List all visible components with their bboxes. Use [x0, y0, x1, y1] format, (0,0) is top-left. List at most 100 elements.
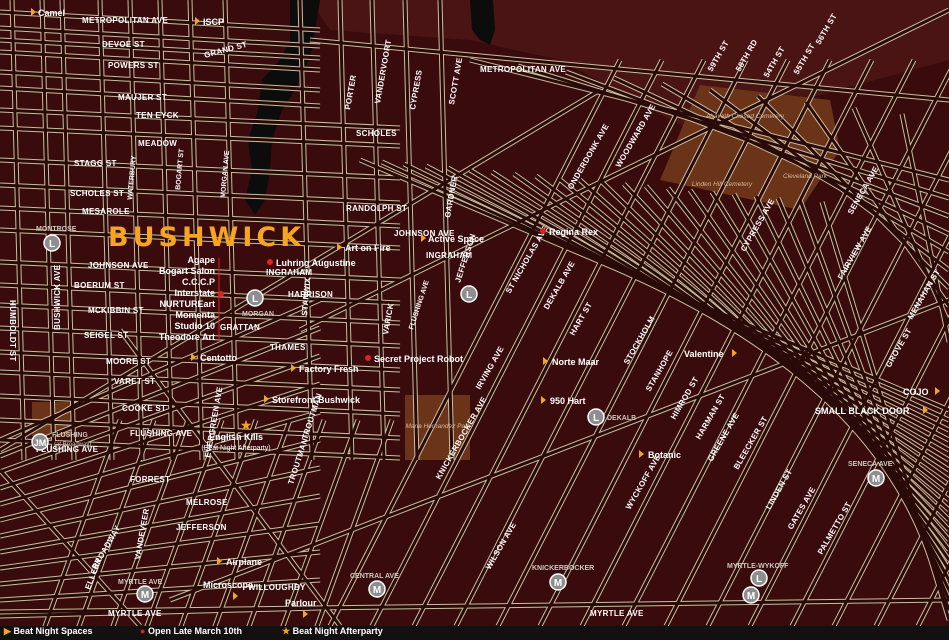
venue-label: English Kills — [209, 432, 263, 442]
station-label: FLUSHING — [52, 432, 88, 439]
street-label: TEN EYCK — [136, 111, 179, 120]
venue-label: 950 Hart — [550, 396, 586, 406]
station-label: DEKALB — [607, 415, 636, 422]
station-label: (at Broadway) — [54, 442, 91, 448]
street-label: STAGG ST — [74, 159, 117, 168]
dot-icon — [540, 228, 546, 234]
venue-label[interactable]: Theodore Art — [159, 332, 215, 342]
venue-norte-maar[interactable]: Norte Maar — [543, 357, 600, 367]
venue-label: COJO — [903, 387, 929, 397]
svg-text:L: L — [593, 413, 599, 424]
venue-label: ISCP — [203, 17, 224, 27]
station-label: MONTROSE — [36, 226, 77, 233]
street-label: HUMBOLDT ST — [8, 300, 17, 362]
venue-label: Airplane — [226, 557, 262, 567]
street-label: INGRAHAM — [266, 268, 312, 277]
venue-label[interactable]: Bogart Salon — [159, 266, 215, 276]
street-label: RANDOLPH ST — [346, 204, 407, 213]
venue-luhring[interactable]: Luhring Augustine — [267, 258, 356, 268]
venue-art-on-fire[interactable]: Art on Fire — [337, 243, 391, 253]
venue-label[interactable]: Interstate — [174, 288, 215, 298]
map: Ahavath Chased Cemetery Linden Hill Ceme… — [0, 0, 949, 640]
star-icon: ★ — [282, 626, 291, 636]
venue-storefront[interactable]: Storefront Bushwick — [264, 395, 361, 405]
street-label: POWERS ST — [108, 61, 159, 70]
venue-label: Luhring Augustine — [276, 258, 356, 268]
street-label: FORREST — [130, 475, 170, 484]
map-canvas: Ahavath Chased Cemetery Linden Hill Ceme… — [0, 0, 949, 626]
venue-label: Regina Rex — [549, 227, 598, 237]
street-label: FLUSHING AVE — [130, 429, 193, 438]
street-label: COOKE ST — [122, 404, 166, 413]
venue-label: Norte Maar — [552, 357, 600, 367]
street-label: METROPOLITAN AVE — [82, 16, 168, 25]
station-label: CENTRAL AVE — [350, 573, 399, 580]
station-label: KNICKERBOCKER — [532, 565, 594, 572]
svg-text:M: M — [554, 578, 562, 589]
svg-text:M: M — [747, 591, 755, 602]
street-label: VARET ST — [114, 377, 155, 386]
svg-text:L: L — [49, 239, 55, 250]
svg-text:M: M — [872, 474, 880, 485]
venue-label[interactable]: NURTUREart — [159, 299, 215, 309]
legend-label: Open Late March 10th — [147, 626, 242, 636]
park-label-cleveland: Cleveland Park — [783, 173, 828, 180]
street-label: BUSHWICK AVE — [53, 264, 62, 330]
svg-text:M: M — [373, 585, 381, 596]
svg-text:L: L — [252, 294, 258, 305]
legend-label: Beat Night Spaces — [13, 626, 93, 636]
station-jefferson[interactable]: L — [460, 285, 478, 303]
dot-icon — [365, 355, 371, 361]
street-label: MOORE ST — [106, 357, 151, 366]
street-label: MCKIBBIN ST — [88, 306, 144, 315]
venue-label: Microscope — [203, 580, 253, 590]
legend-open-late: ● Open Late March 10th — [140, 626, 242, 640]
legend-label: Beat Night Afterparty — [292, 626, 383, 636]
dot-icon — [218, 291, 224, 297]
dot-icon: ● — [140, 626, 146, 636]
venue-factory-fresh[interactable]: Factory Fresh — [291, 364, 359, 374]
street-label: BOERUM ST — [74, 281, 125, 290]
venue-label: Secret Project Robot — [374, 354, 463, 364]
svg-text:L: L — [466, 290, 472, 301]
dot-icon — [267, 259, 273, 265]
arrow-icon: ▶ — [4, 626, 11, 636]
station-label: MYRTLE-WYKOFF — [727, 563, 789, 570]
street-label: JOHNSON AVE — [88, 261, 149, 270]
venue-label[interactable]: Momenta — [175, 310, 215, 320]
street-label: THAMES — [270, 343, 306, 352]
legend-beat-night-spaces: ▶ Beat Night Spaces — [4, 626, 92, 640]
venue-note: (Beat Night Afterparty) — [201, 445, 270, 452]
street-label: DEVOE ST — [102, 40, 145, 49]
street-label: MAUJER ST — [118, 93, 167, 102]
park-label-ahavath: Ahavath Chased Cemetery — [705, 113, 785, 120]
svg-text:M: M — [141, 590, 149, 601]
park-label-linden: Linden Hill Cemetery — [692, 181, 753, 188]
venue-label[interactable]: Studio 10 — [174, 321, 215, 331]
street-label: WILLOUGHBY — [248, 583, 306, 592]
street-label: GRATTAN — [220, 323, 260, 332]
venue-label: SMALL BLACK DOOR — [815, 406, 910, 416]
legend-afterparty: ★ Beat Night Afterparty — [282, 626, 383, 640]
venue-label: Art on Fire — [345, 243, 391, 253]
station-label: MYRTLE AVE — [118, 579, 163, 586]
legend-bar: ▶ Beat Night Spaces ● Open Late March 10… — [0, 626, 949, 640]
street-label: MESAROLE — [82, 207, 130, 216]
venue-active-space[interactable]: Active Space — [421, 234, 484, 244]
svg-text:L: L — [756, 574, 762, 585]
venue-label: Factory Fresh — [299, 364, 359, 374]
venue-label: Parlour — [285, 598, 317, 608]
svg-text:JM: JM — [34, 438, 47, 448]
venue-label[interactable]: C.C.C.P — [182, 277, 215, 287]
venue-regina-rex[interactable]: Regina Rex — [540, 227, 598, 237]
street-label: JEFFERSON — [176, 523, 227, 532]
venue-label[interactable]: Agape — [187, 255, 215, 265]
street-label: SEIGEL ST — [84, 331, 128, 340]
venue-label: Active Space — [428, 234, 484, 244]
venue-secret-project[interactable]: Secret Project Robot — [365, 354, 463, 364]
street-label: METROPOLITAN AVE — [480, 65, 566, 74]
street-label: MYRTLE AVE — [590, 609, 644, 618]
street-label: MEADOW — [138, 139, 177, 148]
map-title: BUSHWICK — [108, 222, 305, 253]
street-label: MYRTLE AVE — [108, 609, 162, 618]
